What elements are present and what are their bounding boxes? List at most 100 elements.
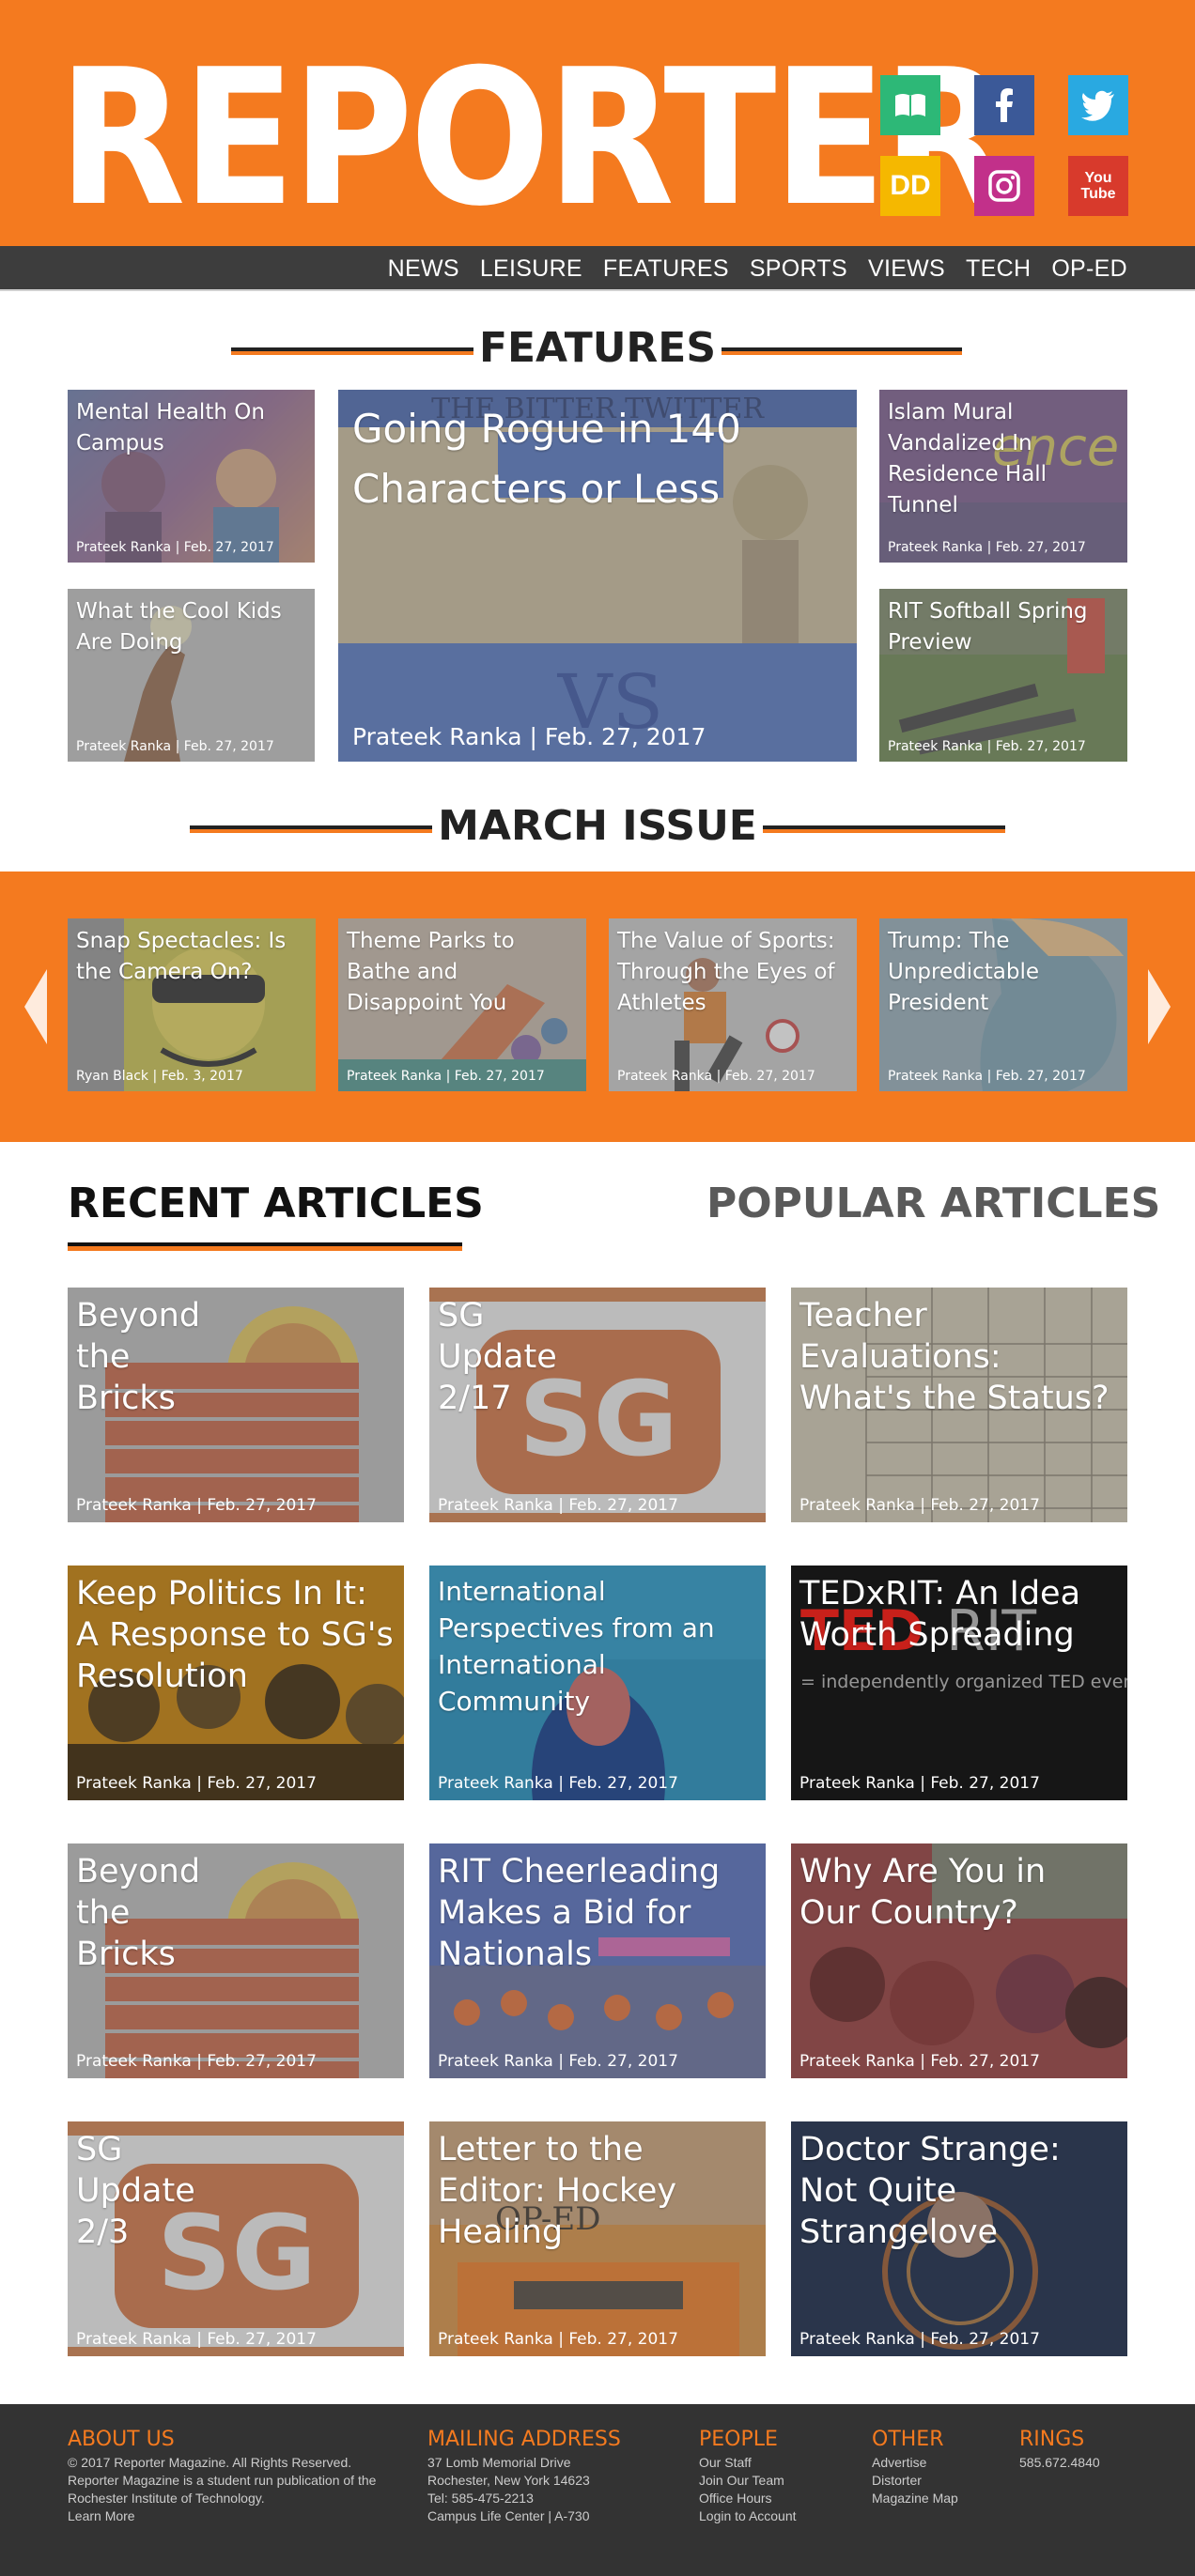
card-meta: Prateek Ranka | Feb. 27, 2017: [799, 1774, 1040, 1793]
svg-text:= independently organized TED: = independently organized TED event: [800, 1672, 1127, 1692]
card-meta: Prateek Ranka | Feb. 27, 2017: [438, 2330, 678, 2349]
article-card[interactable]: International Perspectives from an Inter…: [429, 1566, 766, 1800]
card-title: Snap Spectacles: Is the Camera On?: [76, 929, 287, 984]
card-title: The Value of Sports: Through the Eyes of…: [617, 929, 835, 1015]
footer-people: PEOPLE Our Staff Join Our Team Office Ho…: [699, 2428, 849, 2525]
footer-link-our-staff[interactable]: Our Staff: [699, 2454, 849, 2472]
footer-link-office-hours[interactable]: Office Hours: [699, 2490, 849, 2507]
card-title: Letter to the Editor: Hockey Healing: [438, 2131, 677, 2251]
feature-card-large[interactable]: THE BITTER TWITTER VS Going Rogue in 140 …: [338, 390, 857, 762]
card-meta: Prateek Ranka | Feb. 27, 2017: [799, 1496, 1040, 1515]
article-card[interactable]: SG SG Update 2/3 Prateek Ranka | Feb. 27…: [68, 2121, 404, 2356]
card-title: Beyond the Bricks: [76, 1853, 201, 1973]
card-title: Trump: The Unpredictable President: [888, 929, 1039, 1015]
march-card[interactable]: Trump: The Unpredictable President Prate…: [879, 918, 1127, 1091]
footer-other: OTHER Advertise Distorter Magazine Map: [872, 2429, 1003, 2507]
card-title: TEDxRIT: An Idea Worth Spreading: [799, 1575, 1081, 1654]
article-card[interactable]: OP-ED Letter to the Editor: Hockey Heali…: [429, 2121, 766, 2356]
page: REPORTER DD You Tube NEWS LEISURE FEATUR…: [0, 0, 1195, 2576]
nav-views[interactable]: VIEWS: [868, 255, 945, 283]
march-card[interactable]: Theme Parks to Bathe and Disappoint You …: [338, 918, 586, 1091]
footer-link-distorter[interactable]: Distorter: [872, 2472, 1003, 2490]
footer-link-join-our-team[interactable]: Join Our Team: [699, 2472, 849, 2490]
card-meta: Prateek Ranka | Feb. 27, 2017: [352, 723, 706, 750]
article-card[interactable]: Keep Politics In It: A Response to SG's …: [68, 1566, 404, 1800]
feature-card[interactable]: What the Cool Kids Are Doing Prateek Ran…: [68, 589, 315, 762]
card-title: International Perspectives from an Inter…: [438, 1576, 715, 1717]
nav-features[interactable]: FEATURES: [603, 255, 729, 283]
article-card[interactable]: SG SG Update 2/17 Prateek Ranka | Feb. 2…: [429, 1288, 766, 1522]
card-meta: Prateek Ranka | Feb. 27, 2017: [888, 540, 1086, 555]
card-title: Keep Politics In It: A Response to SG's …: [76, 1575, 394, 1695]
article-card[interactable]: Beyond the Bricks Prateek Ranka | Feb. 2…: [68, 1288, 404, 1522]
tab-popular-articles[interactable]: POPULAR ARTICLES: [706, 1180, 1160, 1227]
card-meta: Prateek Ranka | Feb. 27, 2017: [799, 2330, 1040, 2349]
footer-link-advertise[interactable]: Advertise: [872, 2454, 1003, 2472]
footer-rings: RINGS 585.672.4840: [1019, 2428, 1141, 2472]
nav-sports[interactable]: SPORTS: [750, 255, 847, 283]
nav-tech[interactable]: TECH: [966, 255, 1031, 283]
article-card[interactable]: Why Are You in Our Country? Prateek Rank…: [791, 1843, 1127, 2078]
card-meta: Prateek Ranka | Feb. 27, 2017: [76, 1496, 317, 1515]
card-title: Why Are You in Our Country?: [799, 1853, 1047, 1932]
twitter-icon[interactable]: [1068, 75, 1128, 135]
footer-rings-phone: 585.672.4840: [1019, 2455, 1100, 2470]
card-meta: Prateek Ranka | Feb. 27, 2017: [76, 2330, 317, 2349]
feature-card[interactable]: ence Islam Mural Vandalized In Residence…: [879, 390, 1127, 563]
march-card[interactable]: Snap Spectacles: Is the Camera On? Ryan …: [68, 918, 316, 1091]
card-meta: Ryan Black | Feb. 3, 2017: [76, 1069, 243, 1084]
nav-leisure[interactable]: LEISURE: [480, 255, 582, 283]
article-card[interactable]: RIT Cheerleading Makes a Bid for Nationa…: [429, 1843, 766, 2078]
youtube-icon-label: You Tube: [1080, 170, 1116, 202]
dd-icon-label: DD: [890, 170, 931, 201]
card-title: Going Rogue in 140 Characters or Less: [352, 406, 741, 512]
card-meta: Prateek Ranka | Feb. 27, 2017: [438, 1496, 678, 1515]
feature-card[interactable]: RIT Softball Spring Preview Prateek Rank…: [879, 589, 1127, 762]
facebook-icon[interactable]: [974, 75, 1034, 135]
feature-card[interactable]: Mental Health On Campus Prateek Ranka | …: [68, 390, 315, 563]
card-meta: Prateek Ranka | Feb. 27, 2017: [799, 2052, 1040, 2071]
card-title: Mental Health On Campus: [76, 400, 265, 455]
book-icon[interactable]: [880, 75, 940, 135]
card-meta: Prateek Ranka | Feb. 27, 2017: [76, 1774, 317, 1793]
nav-news[interactable]: NEWS: [388, 255, 459, 283]
march-carousel: Snap Spectacles: Is the Camera On? Ryan …: [0, 872, 1195, 1142]
footer-mailing-line: Campus Life Center | A-730: [427, 2508, 590, 2523]
site-logo[interactable]: REPORTER: [58, 45, 1010, 233]
instagram-icon[interactable]: [974, 156, 1034, 216]
card-meta: Prateek Ranka | Feb. 27, 2017: [617, 1069, 815, 1084]
footer-mailing-line: 37 Lomb Memorial Drive: [427, 2455, 571, 2470]
article-card[interactable]: Doctor Strange: Not Quite Strangelove Pr…: [791, 2121, 1127, 2356]
footer-people-heading: PEOPLE: [699, 2428, 778, 2451]
card-title: SG Update 2/17: [438, 1297, 557, 1417]
card-meta: Prateek Ranka | Feb. 27, 2017: [438, 1774, 678, 1793]
carousel-next-arrow-icon[interactable]: [1148, 969, 1171, 1044]
nav-op-ed[interactable]: OP-ED: [1051, 255, 1127, 283]
features-rule-left: [231, 347, 473, 355]
card-title: Islam Mural Vandalized In Residence Hall…: [888, 400, 1048, 517]
tab-recent-articles[interactable]: RECENT ARTICLES: [68, 1180, 484, 1227]
footer-mailing-line: Tel: 585-475-2213: [427, 2491, 534, 2506]
footer-about-line: Rochester Institute of Technology.: [68, 2491, 265, 2506]
site-footer: ABOUT US © 2017 Reporter Magazine. All R…: [0, 2404, 1195, 2576]
article-card[interactable]: TED RIT = independently organized TED even…: [791, 1566, 1127, 1800]
footer-mailing-line: Rochester, New York 14623: [427, 2473, 590, 2488]
footer-mailing-heading: MAILING ADDRESS: [427, 2428, 621, 2451]
card-title: SG Update 2/3: [76, 2131, 195, 2251]
march-card[interactable]: The Value of Sports: Through the Eyes of…: [609, 918, 857, 1091]
card-meta: Prateek Ranka | Feb. 27, 2017: [76, 739, 274, 754]
dd-icon[interactable]: DD: [880, 156, 940, 216]
footer-link-login[interactable]: Login to Account: [699, 2507, 849, 2525]
footer-mailing: MAILING ADDRESS 37 Lomb Memorial Drive R…: [427, 2428, 672, 2525]
article-card[interactable]: Teacher Evaluations: What's the Status? …: [791, 1288, 1127, 1522]
footer-link-magazine-map[interactable]: Magazine Map: [872, 2490, 1003, 2507]
youtube-icon[interactable]: You Tube: [1068, 156, 1128, 216]
footer-learn-more-link[interactable]: Learn More: [68, 2507, 406, 2525]
article-card[interactable]: Beyond the Bricks Prateek Ranka | Feb. 2…: [68, 1843, 404, 2078]
card-meta: Prateek Ranka | Feb. 27, 2017: [888, 1069, 1086, 1084]
main-nav: NEWS LEISURE FEATURES SPORTS VIEWS TECH …: [0, 246, 1195, 291]
card-meta: Prateek Ranka | Feb. 27, 2017: [888, 739, 1086, 754]
footer-rings-heading: RINGS: [1019, 2428, 1085, 2451]
carousel-prev-arrow-icon[interactable]: [24, 969, 47, 1044]
card-title: RIT Cheerleading Makes a Bid for Nationa…: [438, 1853, 721, 1973]
